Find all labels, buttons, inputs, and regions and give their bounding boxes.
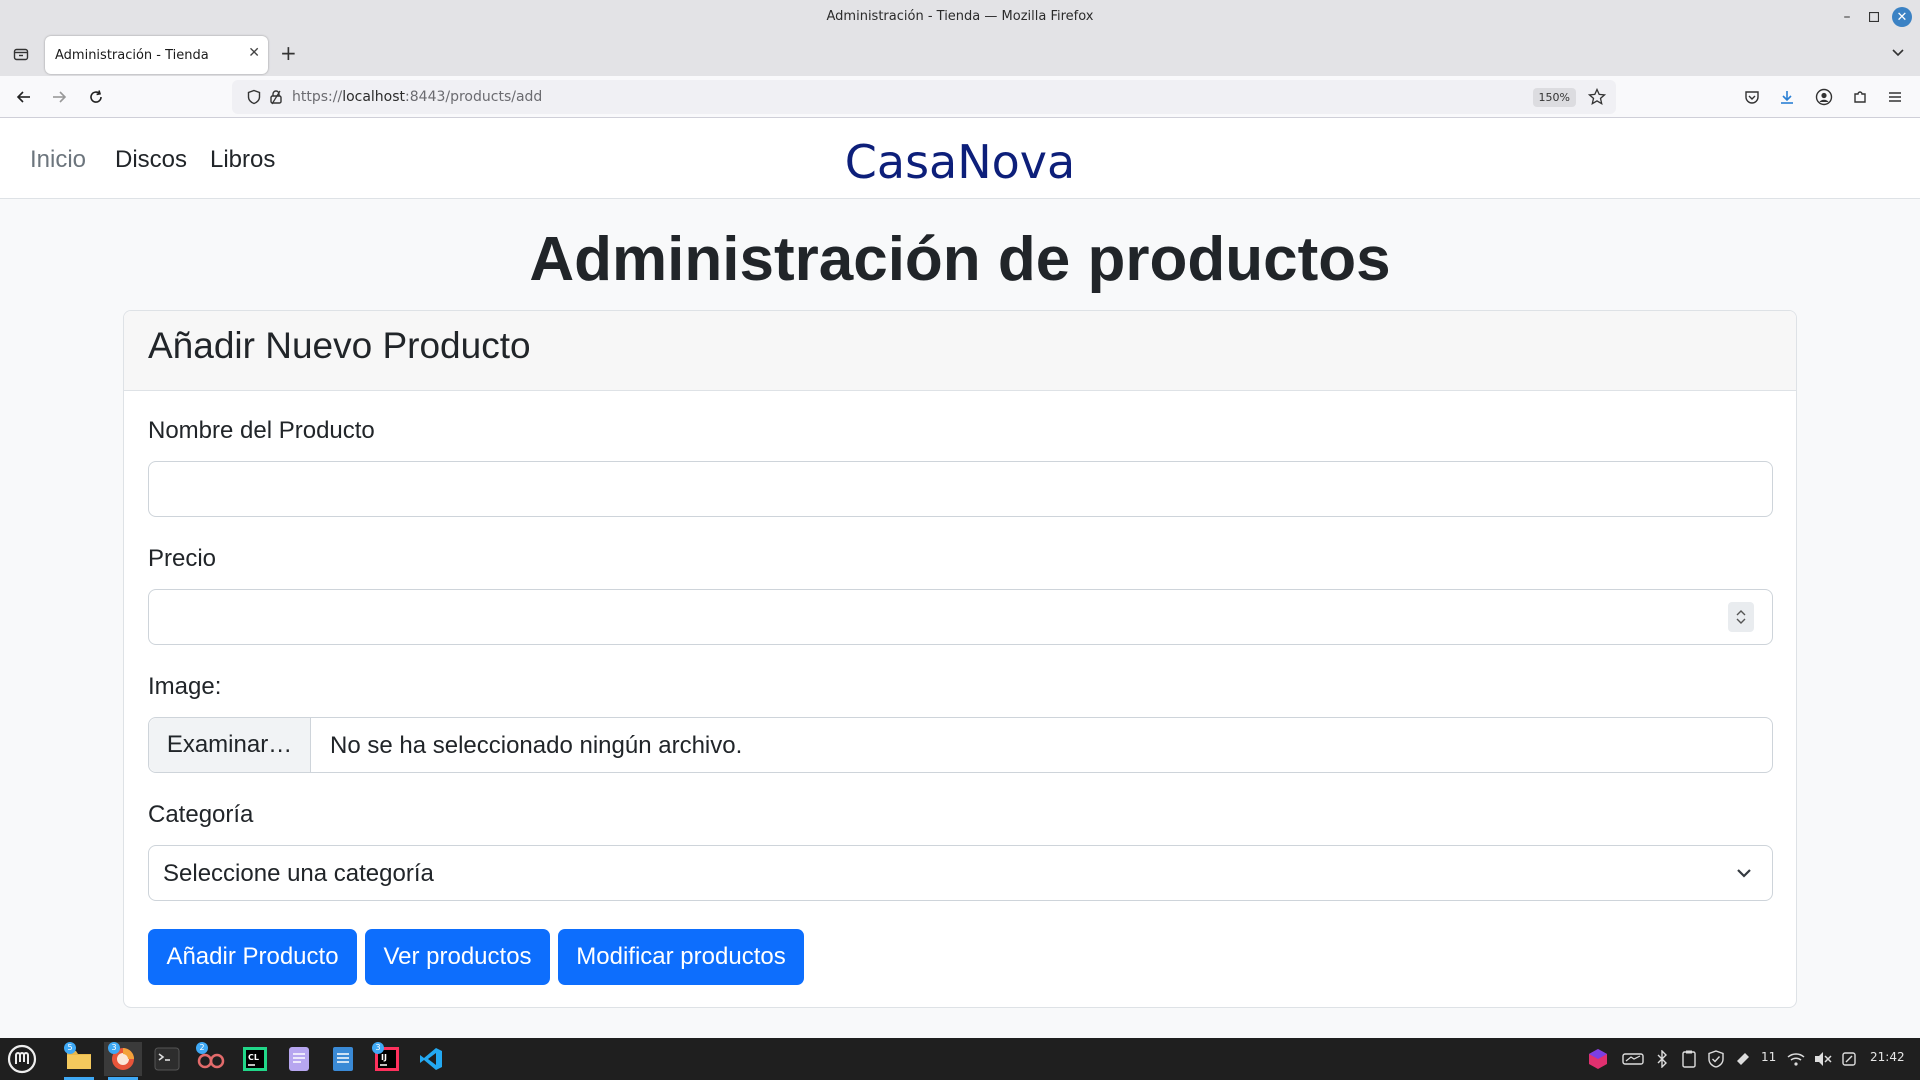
terminal-app-icon[interactable] bbox=[148, 1042, 186, 1076]
bluetooth-icon[interactable] bbox=[1650, 1042, 1674, 1076]
product-name-input[interactable] bbox=[148, 461, 1773, 517]
card-header: Añadir Nuevo Producto bbox=[124, 311, 1796, 391]
forward-icon[interactable] bbox=[47, 85, 71, 109]
vscode-app-icon[interactable] bbox=[412, 1042, 450, 1076]
firefox-app-icon[interactable]: 3 bbox=[104, 1042, 142, 1080]
price-input[interactable] bbox=[148, 589, 1773, 645]
tray-app-icon[interactable] bbox=[1583, 1042, 1613, 1076]
url-scheme: https:// bbox=[292, 89, 343, 105]
shield-icon[interactable] bbox=[246, 89, 262, 110]
url-text[interactable]: https://localhost:8443/products/add bbox=[292, 89, 542, 105]
add-product-button[interactable]: Añadir Producto bbox=[148, 929, 357, 985]
notifications-icon[interactable] bbox=[1731, 1042, 1755, 1076]
site-brand[interactable]: CasaNova bbox=[0, 135, 1920, 189]
power-icon[interactable] bbox=[1836, 1042, 1862, 1076]
tab-title: Administración - Tienda bbox=[55, 48, 209, 63]
svg-text:CL: CL bbox=[248, 1053, 259, 1062]
taskbar: 5 3 2 CL IJ 3 11 21:42 bbox=[0, 1038, 1920, 1080]
shield-tray-icon[interactable] bbox=[1704, 1042, 1728, 1076]
download-icon[interactable] bbox=[1775, 85, 1799, 109]
clipboard-icon[interactable] bbox=[1677, 1042, 1701, 1076]
modify-products-button[interactable]: Modificar productos bbox=[558, 929, 804, 985]
chevron-down-icon bbox=[1734, 863, 1754, 888]
new-tab-button[interactable]: + bbox=[280, 41, 297, 65]
zoom-indicator[interactable]: 150% bbox=[1532, 88, 1576, 107]
start-menu-icon[interactable] bbox=[3, 1042, 41, 1076]
account-icon[interactable] bbox=[1812, 85, 1836, 109]
volume-muted-icon[interactable] bbox=[1810, 1042, 1836, 1076]
app-badge: 2 bbox=[196, 1042, 208, 1054]
tab-bar: Administración - Tienda ✕ + bbox=[0, 34, 1920, 76]
tray-count: 11 bbox=[1761, 1050, 1777, 1064]
drive-icon[interactable] bbox=[1618, 1042, 1648, 1076]
image-label: Image: bbox=[148, 673, 222, 700]
product-name-label: Nombre del Producto bbox=[148, 417, 375, 444]
extensions-icon[interactable] bbox=[1848, 85, 1872, 109]
price-stepper-icon[interactable] bbox=[1728, 602, 1754, 632]
close-tab-icon[interactable]: ✕ bbox=[248, 45, 260, 61]
text-editor-app-icon[interactable] bbox=[280, 1042, 318, 1076]
readme-app-icon[interactable]: 2 bbox=[192, 1042, 230, 1076]
writer-app-icon[interactable] bbox=[324, 1042, 362, 1076]
site-navbar: Inicio Discos Libros CasaNova bbox=[0, 118, 1920, 199]
page-content: Inicio Discos Libros CasaNova Administra… bbox=[0, 118, 1920, 1038]
view-products-button[interactable]: Ver productos bbox=[365, 929, 550, 985]
intellij-app-icon[interactable]: IJ 3 bbox=[368, 1042, 406, 1076]
clock[interactable]: 21:42 bbox=[1870, 1050, 1905, 1064]
file-status-text: No se ha seleccionado ningún archivo. bbox=[330, 732, 743, 759]
url-host: localhost bbox=[342, 89, 406, 105]
tab-list-icon[interactable] bbox=[9, 42, 33, 66]
window-titlebar: Administración - Tienda — Mozilla Firefo… bbox=[0, 0, 1920, 34]
chevron-down-icon[interactable] bbox=[1890, 44, 1906, 65]
lock-icon[interactable] bbox=[268, 89, 284, 110]
clion-app-icon[interactable]: CL bbox=[236, 1042, 274, 1076]
category-select[interactable]: Seleccione una categoría bbox=[148, 845, 1773, 901]
menu-icon[interactable] bbox=[1883, 85, 1907, 109]
url-bar[interactable]: https://localhost:8443/products/add 150% bbox=[232, 80, 1616, 114]
price-label: Precio bbox=[148, 545, 217, 572]
wifi-icon[interactable] bbox=[1783, 1042, 1809, 1076]
page-title: Administración de productos bbox=[529, 225, 1391, 294]
image-file-input[interactable]: Examinar… No se ha seleccionado ningún a… bbox=[148, 717, 1773, 773]
back-icon[interactable] bbox=[12, 85, 36, 109]
files-app-icon[interactable]: 5 bbox=[60, 1042, 98, 1080]
category-selected-value: Seleccione una categoría bbox=[163, 860, 434, 887]
svg-text:IJ: IJ bbox=[381, 1053, 387, 1062]
close-window-icon[interactable]: ✕ bbox=[1892, 7, 1912, 27]
category-label: Categoría bbox=[148, 801, 254, 828]
nav-toolbar: https://localhost:8443/products/add 150% bbox=[0, 76, 1920, 118]
url-path: :8443/products/add bbox=[405, 89, 543, 105]
bookmark-star-icon[interactable] bbox=[1587, 87, 1607, 111]
maximize-icon[interactable] bbox=[1863, 6, 1885, 28]
files-badge: 5 bbox=[64, 1042, 76, 1054]
browse-file-button[interactable]: Examinar… bbox=[149, 718, 311, 772]
card-title: Añadir Nuevo Producto bbox=[148, 325, 531, 366]
add-product-card: Añadir Nuevo Producto Nombre del Product… bbox=[123, 310, 1797, 1008]
intellij-badge: 3 bbox=[372, 1042, 384, 1054]
minimize-icon[interactable]: – bbox=[1836, 6, 1858, 28]
tab-active[interactable]: Administración - Tienda ✕ bbox=[45, 36, 268, 74]
pocket-icon[interactable] bbox=[1740, 85, 1764, 109]
reload-icon[interactable] bbox=[84, 85, 108, 109]
firefox-badge: 3 bbox=[108, 1042, 120, 1054]
window-title: Administración - Tienda — Mozilla Firefo… bbox=[826, 9, 1094, 24]
